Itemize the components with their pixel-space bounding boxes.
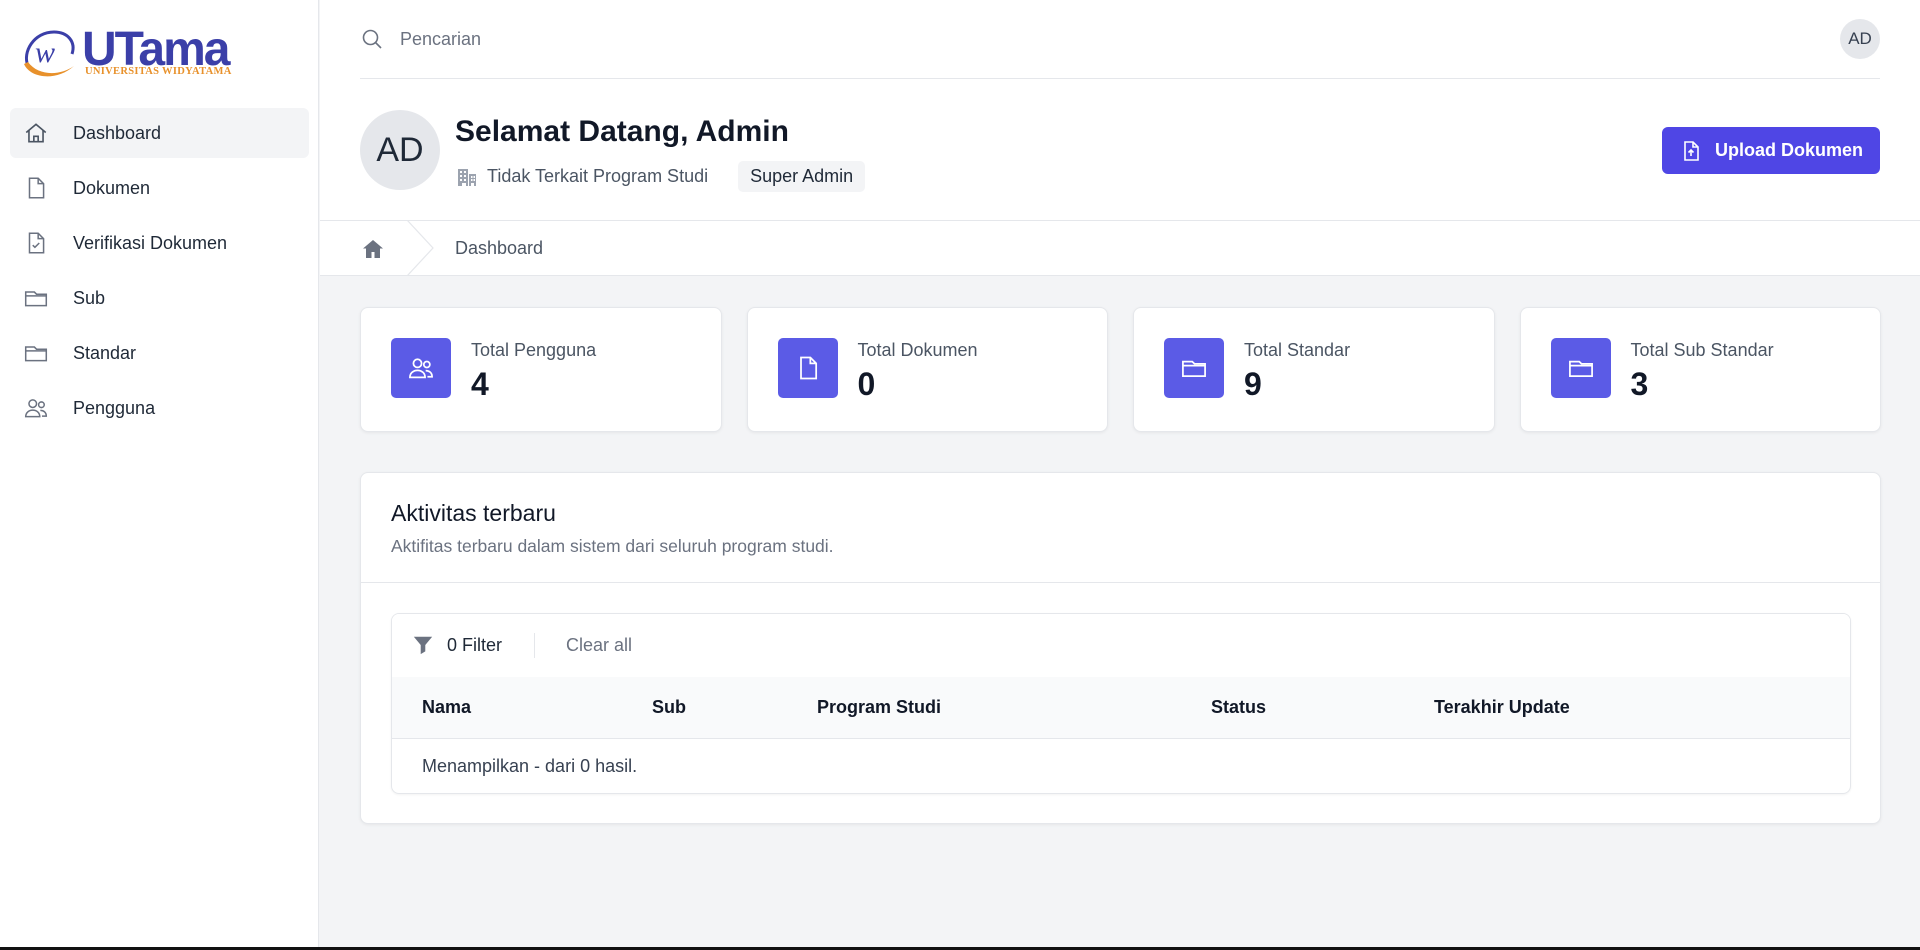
sidebar-item-pengguna[interactable]: Pengguna [10, 383, 309, 433]
sidebar-item-dokumen[interactable]: Dokumen [10, 163, 309, 213]
document-icon [22, 174, 50, 202]
building-icon [458, 168, 476, 186]
filter-icon[interactable] [412, 634, 434, 656]
sidebar-item-verifikasi-dokumen[interactable]: Verifikasi Dokumen [10, 218, 309, 268]
search-icon [362, 29, 382, 49]
sidebar-item-label: Pengguna [73, 397, 156, 418]
column-header-program-studi[interactable]: Program Studi [817, 697, 941, 718]
activity-subtitle: Aktifitas terbaru dalam sistem dari selu… [391, 536, 834, 556]
activity-title: Aktivitas terbaru [391, 500, 556, 526]
profile-avatar: AD [360, 110, 440, 190]
folder-icon [1164, 338, 1224, 398]
stat-value: 4 [471, 366, 489, 402]
column-header-terakhir-update[interactable]: Terakhir Update [1434, 697, 1570, 718]
svg-text:w: w [35, 36, 55, 69]
stat-label: Total Sub Standar [1630, 340, 1774, 360]
stat-value: 9 [1244, 366, 1262, 402]
filter-button[interactable]: 0 Filter [447, 635, 502, 656]
stat-card-pengguna: Total Pengguna 4 [360, 307, 722, 432]
stat-card-dokumen: Total Dokumen 0 [746, 307, 1108, 432]
chevron-right-icon [406, 220, 434, 276]
table-footer-summary: Menampilkan - dari 0 hasil. [422, 756, 638, 776]
sidebar-item-sub[interactable]: Sub [10, 273, 309, 323]
table-header: Nama Sub Program Studi Status Terakhir U… [392, 677, 1850, 739]
university-logo[interactable]: w UTama UNIVERSITAS WIDYATAMA [20, 23, 250, 82]
column-header-nama[interactable]: Nama [422, 697, 471, 718]
stat-card-standar: Total Standar 9 [1133, 307, 1495, 432]
upload-button-label: Upload Dokumen [1714, 140, 1863, 160]
search-input[interactable] [400, 20, 1300, 58]
breadcrumb-current: Dashboard [455, 238, 544, 258]
page-header: AD AD Selamat Datang, Admin Tidak Terkai… [320, 0, 1920, 220]
upload-document-icon [1684, 140, 1699, 161]
home-icon[interactable] [360, 237, 386, 261]
document-icon [777, 338, 838, 398]
column-header-sub[interactable]: Sub [652, 697, 686, 718]
sidebar-nav: Dashboard Dokumen Verifikasi Dokumen Sub… [10, 108, 309, 438]
sidebar-item-label: Dokumen [73, 177, 151, 198]
user-avatar[interactable]: AD [1840, 19, 1880, 59]
users-icon [391, 338, 451, 398]
logo-emblem-icon: w [24, 30, 75, 77]
logo-subtitle: UNIVERSITAS WIDYATAMA [85, 66, 232, 77]
page-title: Selamat Datang, Admin [455, 115, 789, 148]
stat-label: Total Dokumen [857, 340, 978, 360]
filter-divider [534, 633, 535, 658]
stat-value: 3 [1630, 366, 1649, 402]
sidebar-item-standar[interactable]: Standar [10, 328, 309, 378]
home-icon [22, 119, 50, 147]
column-header-status[interactable]: Status [1211, 697, 1266, 718]
sidebar-item-label: Verifikasi Dokumen [73, 232, 228, 253]
stat-card-sub-standar: Total Sub Standar 3 [1519, 307, 1881, 432]
breadcrumb: Dashboard [320, 220, 1920, 276]
sidebar: w UTama UNIVERSITAS WIDYATAMA Dashboard … [0, 0, 319, 950]
filter-bar: 0 Filter Clear all [392, 614, 1850, 677]
folder-icon [1550, 338, 1611, 398]
upload-document-button[interactable]: Upload Dokumen [1662, 127, 1880, 174]
document-check-icon [22, 229, 50, 257]
search-divider [360, 78, 1880, 79]
clear-all-button[interactable]: Clear all [566, 635, 632, 656]
sidebar-item-dashboard[interactable]: Dashboard [10, 108, 309, 158]
stat-value: 0 [857, 366, 876, 402]
stats-cards: Total Pengguna 4 Total Dokumen 0 Total S… [360, 307, 1881, 432]
main-content: AD AD Selamat Datang, Admin Tidak Terkai… [320, 0, 1920, 950]
stat-label: Total Standar [1244, 340, 1351, 360]
profile-meta: Tidak Terkait Program Studi Super Admin [455, 161, 866, 192]
role-badge: Super Admin [738, 161, 866, 192]
activity-table: 0 Filter Clear all Nama Sub Program Stud… [391, 613, 1851, 794]
folder-icon [22, 339, 50, 367]
folder-icon [22, 284, 50, 312]
program-studi-label: Tidak Terkait Program Studi [487, 166, 709, 186]
stat-label: Total Pengguna [471, 340, 597, 360]
search-bar [360, 20, 1920, 80]
sidebar-item-label: Dashboard [73, 122, 162, 143]
recent-activity-panel: Aktivitas terbaru Aktifitas terbaru dala… [360, 472, 1881, 824]
activity-header: Aktivitas terbaru Aktifitas terbaru dala… [361, 473, 1880, 583]
sidebar-item-label: Standar [73, 342, 137, 363]
sidebar-item-label: Sub [73, 287, 106, 308]
users-icon [22, 394, 50, 422]
